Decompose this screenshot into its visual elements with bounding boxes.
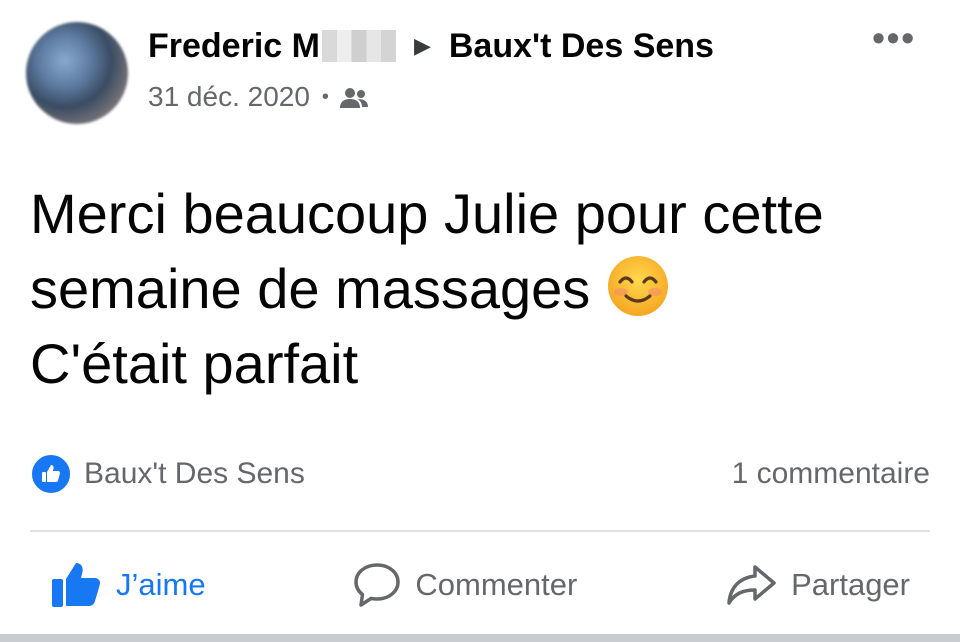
- author-name[interactable]: Frederic M: [148, 27, 320, 66]
- thumbs-up-icon: [52, 563, 101, 607]
- meta-dot: •: [321, 85, 329, 108]
- smiling-face-emoji-icon: [606, 254, 670, 318]
- liked-by-name: Baux't Des Sens: [84, 457, 305, 490]
- comment-label: Commenter: [415, 567, 578, 602]
- post-header: Frederic M ▶ Baux't Des Sens: [148, 24, 714, 68]
- post-text-line-with-emoji: semaine de massages: [30, 251, 930, 326]
- reactions-left[interactable]: Baux't Des Sens: [30, 453, 305, 495]
- like-badge-icon: [30, 453, 72, 495]
- reactions-summary: Baux't Des Sens 1 commentaire: [30, 452, 930, 496]
- group-audience-icon: [339, 85, 369, 109]
- bottom-separator-bar: [0, 634, 960, 642]
- post-body: Merci beaucoup Julie pour cette semaine …: [30, 176, 930, 401]
- like-label: J’aime: [116, 567, 206, 602]
- post-text-line: Merci beaucoup Julie pour cette: [30, 182, 824, 245]
- post-text-line: C'était parfait: [30, 332, 359, 395]
- comment-bubble-icon: [354, 563, 401, 607]
- author-avatar[interactable]: [26, 22, 128, 124]
- comments-count-link[interactable]: 1 commentaire: [732, 457, 930, 491]
- action-bar: J’aime Commenter Partager: [30, 550, 930, 620]
- more-options-button[interactable]: •••: [872, 20, 916, 56]
- like-button[interactable]: J’aime: [30, 561, 226, 609]
- post-meta: 31 déc. 2020 •: [148, 80, 369, 114]
- arrow-separator-icon: ▶: [413, 33, 431, 58]
- post-date[interactable]: 31 déc. 2020: [148, 81, 310, 113]
- share-arrow-icon: [727, 565, 776, 605]
- redacted-name-mask: [321, 30, 396, 62]
- share-button[interactable]: Partager: [705, 563, 930, 607]
- divider: [30, 530, 930, 532]
- comment-button[interactable]: Commenter: [333, 562, 597, 608]
- post-text-line: semaine de massages: [30, 257, 591, 320]
- share-label: Partager: [791, 567, 910, 602]
- group-name[interactable]: Baux't Des Sens: [449, 27, 714, 66]
